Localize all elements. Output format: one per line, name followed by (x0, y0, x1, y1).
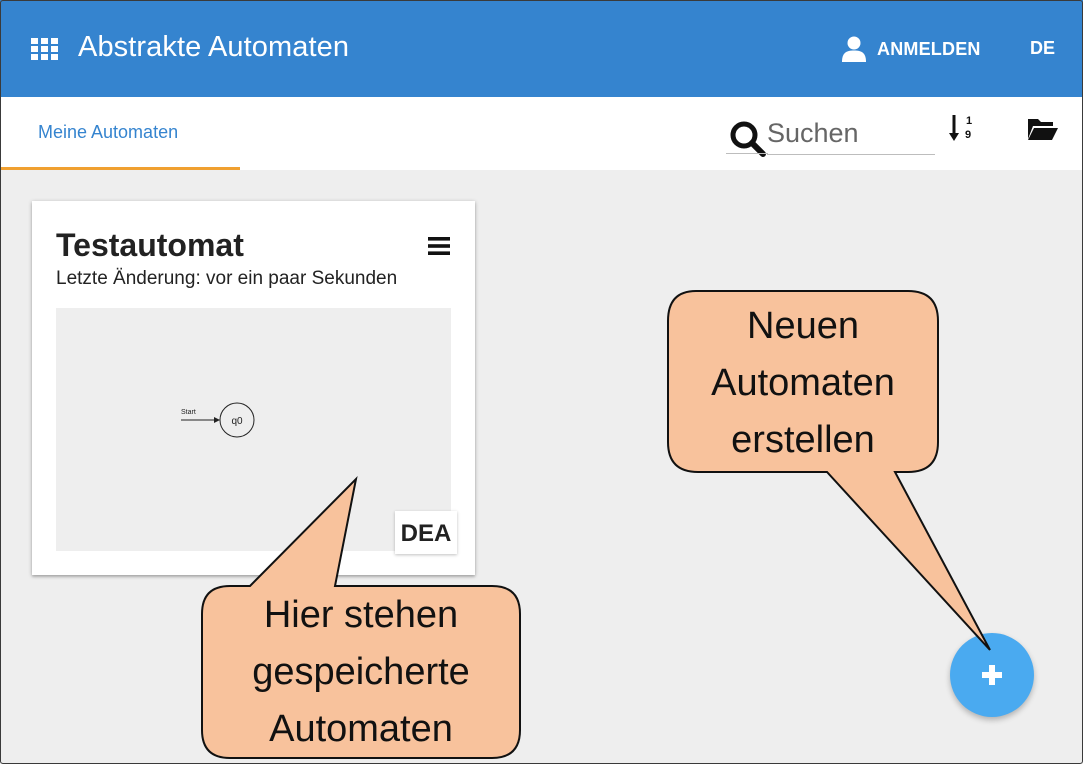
svg-text:9: 9 (965, 129, 971, 141)
automaton-card[interactable]: Testautomat Letzte Änderung: vor ein paa… (32, 201, 475, 575)
add-automaton-button[interactable] (950, 633, 1034, 717)
callout-line: Automaten (269, 707, 453, 750)
card-last-modified: Letzte Änderung: vor ein paar Sekunden (56, 268, 398, 289)
card-title: Testautomat (56, 227, 244, 263)
search-input[interactable] (767, 114, 935, 155)
automaton-type-badge: DEA (395, 511, 457, 554)
app-bar: Abstrakte Automaten ANMELDEN DE (0, 0, 1083, 97)
menu-icon[interactable] (428, 236, 450, 256)
callout-new-automaton: Neuen Automaten erstellen (668, 295, 938, 471)
sort-numeric-icon[interactable]: 1 9 (949, 113, 977, 143)
tab-label: Meine Automaten (38, 122, 179, 142)
folder-open-icon[interactable] (1027, 117, 1059, 141)
automaton-preview[interactable]: Start q0 (56, 308, 451, 551)
user-icon (842, 36, 866, 62)
callout-line: gespeicherte (252, 650, 470, 693)
start-arrowhead (214, 417, 220, 423)
callout-line: Hier stehen (263, 593, 459, 636)
search-icon (730, 121, 766, 157)
state-label: q0 (231, 416, 243, 427)
callout-saved-automata: Hier stehen gespeicherte Automaten (202, 586, 520, 758)
tab-my-automata[interactable]: Meine Automaten (0, 97, 240, 170)
tab-indicator (0, 167, 240, 170)
callout-line: erstellen (731, 418, 875, 461)
login-label: ANMELDEN (877, 38, 981, 59)
app-title: Abstrakte Automaten (78, 31, 350, 63)
plus-icon (982, 665, 1002, 685)
callout-line: Automaten (711, 361, 895, 404)
apps-grid-icon[interactable] (31, 38, 59, 60)
automaton-diagram: Start q0 (181, 402, 255, 438)
language-button[interactable]: DE (1030, 38, 1055, 59)
search-underline (726, 153, 768, 154)
start-label: Start (181, 409, 196, 416)
callout-line: Neuen (747, 304, 859, 347)
svg-text:1: 1 (966, 115, 972, 127)
login-button[interactable]: ANMELDEN (842, 34, 981, 64)
